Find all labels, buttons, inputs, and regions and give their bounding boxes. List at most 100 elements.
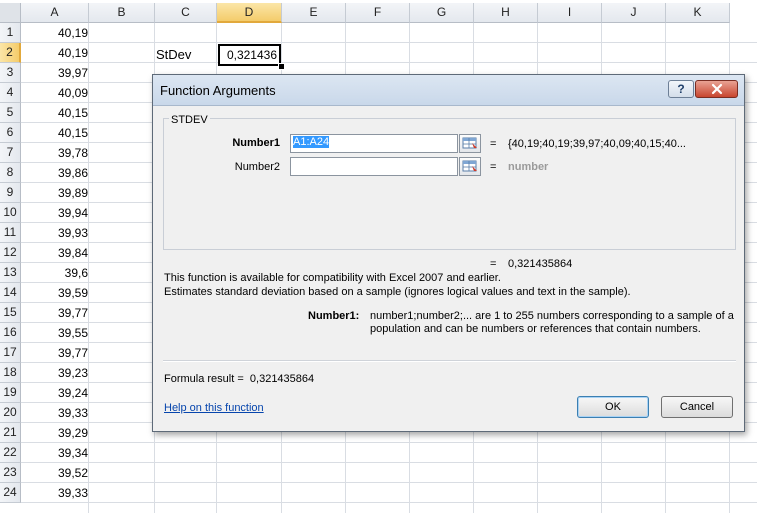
number1-result: {40,19;40,19;39,97;40,09;40,15;40... (508, 138, 686, 150)
number2-equals: = (490, 161, 497, 173)
row-header[interactable]: 7 (0, 143, 21, 163)
cell-a[interactable]: 39,93 (22, 223, 88, 243)
row-header[interactable]: 2 (0, 43, 21, 63)
table-row (21, 23, 757, 43)
row-header[interactable]: 11 (0, 223, 21, 243)
column-header-i[interactable]: I (538, 3, 602, 23)
row-header[interactable]: 10 (0, 203, 21, 223)
cell-a[interactable]: 40,09 (22, 83, 88, 103)
close-icon (711, 83, 722, 95)
cell-a[interactable]: 39,24 (22, 383, 88, 403)
cell-c2-stdev-label[interactable]: StDev (156, 47, 191, 62)
row-header[interactable]: 13 (0, 263, 21, 283)
row-header[interactable]: 4 (0, 83, 21, 103)
cell-a[interactable]: 39,97 (22, 63, 88, 83)
cell-a[interactable]: 40,15 (22, 123, 88, 143)
row-header[interactable]: 21 (0, 423, 21, 443)
cell-a[interactable]: 40,15 (22, 103, 88, 123)
select-all-corner[interactable] (0, 3, 21, 23)
column-header-d[interactable]: D (217, 3, 282, 23)
compatibility-note: This function is available for compatibi… (164, 272, 501, 284)
divider (163, 360, 736, 362)
total-result: 0,321435864 (508, 258, 573, 270)
function-arguments-dialog: Function Arguments ? STDEV Number1 A1:A2… (152, 74, 745, 432)
cell-a[interactable]: 39,6 (22, 263, 88, 283)
cell-a[interactable]: 39,84 (22, 243, 88, 263)
table-row (21, 483, 757, 503)
number1-label: Number1 (232, 137, 280, 149)
fill-handle[interactable] (278, 63, 285, 70)
row-header[interactable]: 3 (0, 63, 21, 83)
number1-collapse-button[interactable] (459, 134, 481, 153)
cell-a[interactable]: 39,52 (22, 463, 88, 483)
number2-result: number (508, 161, 549, 173)
table-row (21, 443, 757, 463)
cell-a[interactable]: 39,23 (22, 363, 88, 383)
column-header-j[interactable]: J (602, 3, 666, 23)
close-button[interactable] (695, 80, 738, 98)
column-header-h[interactable]: H (474, 3, 538, 23)
column-header-b[interactable]: B (89, 3, 155, 23)
cancel-button[interactable]: Cancel (661, 396, 733, 418)
cell-a[interactable]: 39,77 (22, 303, 88, 323)
total-equals: = (490, 258, 497, 270)
column-header-e[interactable]: E (282, 3, 346, 23)
cell-a[interactable]: 40,19 (22, 23, 88, 43)
range-select-icon (462, 160, 477, 172)
row-header[interactable]: 15 (0, 303, 21, 323)
row-header[interactable]: 14 (0, 283, 21, 303)
parameter-description-line1: number1;number2;... are 1 to 255 numbers… (370, 310, 734, 322)
cell-a[interactable]: 39,55 (22, 323, 88, 343)
cell-a[interactable]: 39,33 (22, 483, 88, 503)
column-header-c[interactable]: C (155, 3, 217, 23)
number1-equals: = (490, 138, 497, 150)
table-row (21, 43, 757, 63)
row-header[interactable]: 1 (0, 23, 21, 43)
row-header[interactable]: 20 (0, 403, 21, 423)
column-header-a[interactable]: A (21, 3, 89, 23)
cell-a[interactable]: 39,89 (22, 183, 88, 203)
formula-result-value: 0,321435864 (249, 373, 315, 385)
cell-a[interactable]: 40,19 (22, 43, 88, 63)
column-header-g[interactable]: G (410, 3, 474, 23)
number2-input[interactable] (290, 157, 458, 176)
cell-a[interactable]: 39,78 (22, 143, 88, 163)
parameter-name: Number1: (308, 310, 360, 322)
row-header[interactable]: 9 (0, 183, 21, 203)
function-name-label: STDEV (169, 114, 210, 126)
row-header[interactable]: 24 (0, 483, 21, 503)
table-row (21, 463, 757, 483)
row-header[interactable]: 22 (0, 443, 21, 463)
range-select-icon (462, 137, 477, 149)
number2-collapse-button[interactable] (459, 157, 481, 176)
row-header[interactable]: 6 (0, 123, 21, 143)
cell-a[interactable]: 39,94 (22, 203, 88, 223)
cell-a[interactable]: 39,86 (22, 163, 88, 183)
number1-input[interactable]: A1:A24 (290, 134, 458, 153)
column-header-f[interactable]: F (346, 3, 410, 23)
cell-a[interactable]: 39,29 (22, 423, 88, 443)
column-header-k[interactable]: K (666, 3, 730, 23)
row-header[interactable]: 5 (0, 103, 21, 123)
dialog-titlebar[interactable]: Function Arguments ? (153, 75, 744, 106)
formula-result-label: Formula result = 0,321435864 (164, 373, 314, 385)
function-description: Estimates standard deviation based on a … (164, 286, 631, 298)
cell-a[interactable]: 39,77 (22, 343, 88, 363)
row-header[interactable]: 19 (0, 383, 21, 403)
row-header[interactable]: 16 (0, 323, 21, 343)
cell-a[interactable]: 39,59 (22, 283, 88, 303)
active-cell-d2[interactable]: 0,321436 (218, 44, 281, 66)
cell-a[interactable]: 39,33 (22, 403, 88, 423)
dialog-title: Function Arguments (160, 83, 276, 98)
number1-input-value: A1:A24 (293, 136, 330, 148)
row-header[interactable]: 12 (0, 243, 21, 263)
row-header[interactable]: 8 (0, 163, 21, 183)
ok-button[interactable]: OK (577, 396, 649, 418)
help-on-function-link[interactable]: Help on this function (164, 402, 264, 414)
cell-a[interactable]: 39,34 (22, 443, 88, 463)
row-header[interactable]: 18 (0, 363, 21, 383)
help-button[interactable]: ? (668, 80, 694, 98)
parameter-description-line2: population and can be numbers or referen… (370, 323, 701, 335)
row-header[interactable]: 23 (0, 463, 21, 483)
row-header[interactable]: 17 (0, 343, 21, 363)
